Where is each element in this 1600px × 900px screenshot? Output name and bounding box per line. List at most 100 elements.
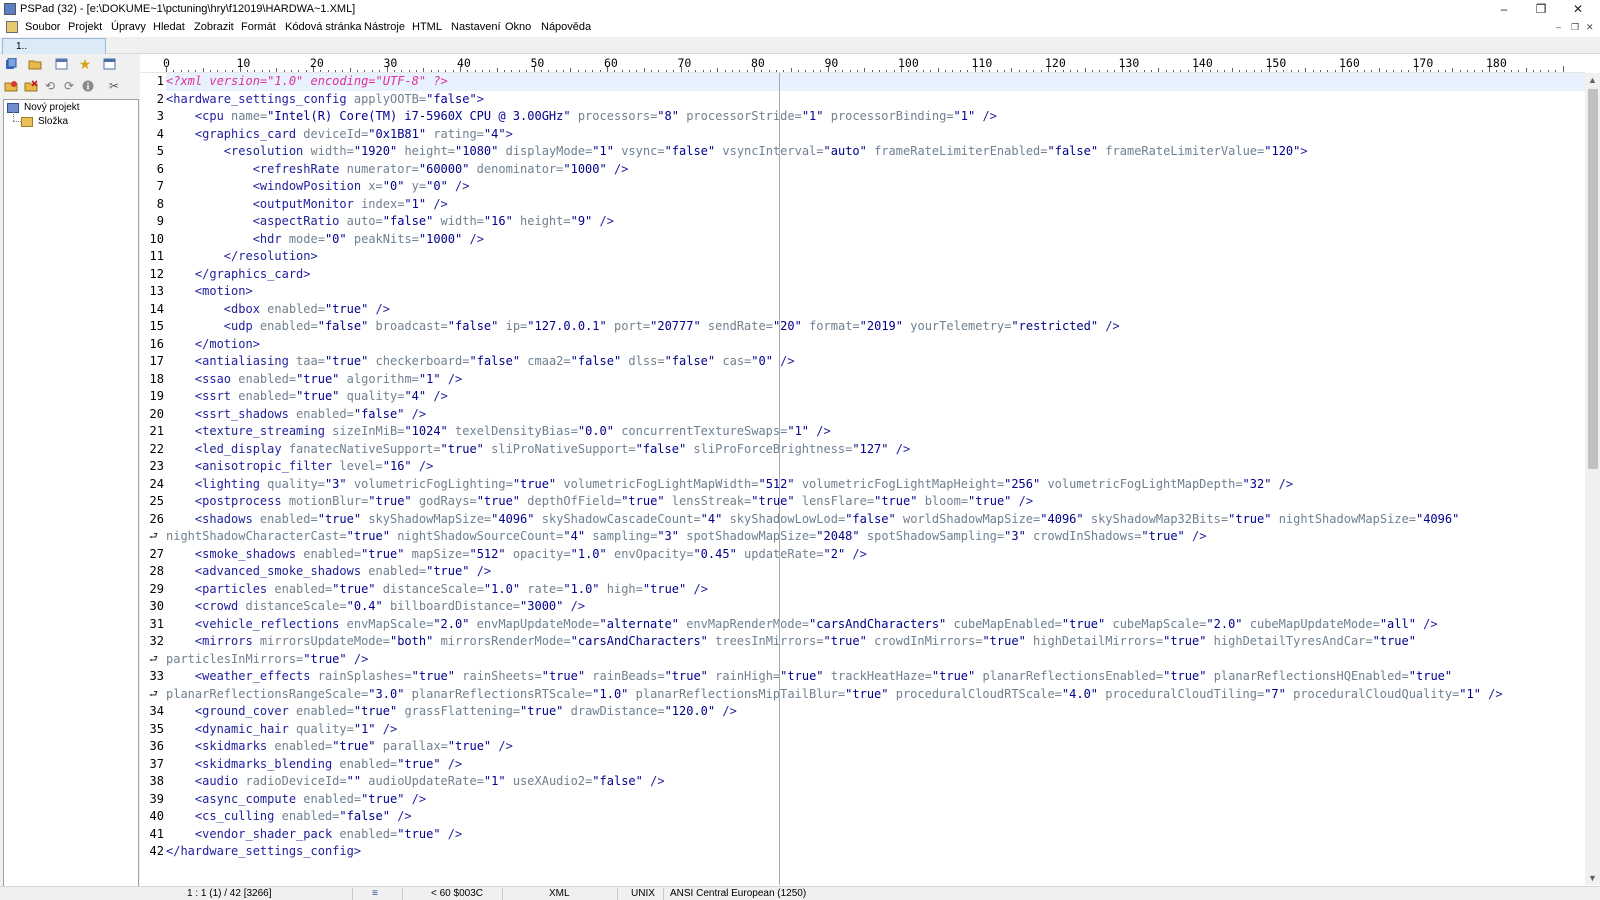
menu-hledat[interactable]: Hledat <box>153 21 185 33</box>
mdi-minimize-button[interactable]: – <box>1556 22 1561 32</box>
mdi-close-button[interactable]: ✕ <box>1586 22 1594 33</box>
menu-zobrazit[interactable]: Zobrazit <box>194 21 234 33</box>
ruler-tick <box>959 70 961 72</box>
ruler-tick <box>856 70 858 72</box>
minimize-button[interactable]: – <box>1487 1 1521 18</box>
menu-projekt[interactable]: Projekt <box>68 21 102 33</box>
code-line[interactable]: <cpu name="Intel(R) Core(TM) i7-5960X CP… <box>166 108 997 126</box>
code-line[interactable]: planarReflectionsRangeScale="3.0" planar… <box>166 686 1503 704</box>
ruler-tick <box>1400 70 1402 72</box>
projects-icon[interactable] <box>3 56 19 72</box>
remove-file-icon[interactable] <box>23 78 39 94</box>
vertical-scrollbar[interactable]: ▲ ▼ <box>1585 73 1600 885</box>
tree-node-project[interactable]: Nový projekt <box>7 102 80 113</box>
code-line[interactable]: <aspectRatio auto="false" width="16" hei… <box>166 213 614 231</box>
tools-icon[interactable]: ✂ <box>106 78 122 94</box>
info-icon[interactable] <box>80 78 96 94</box>
code-line[interactable]: <dynamic_hair quality="1" /> <box>166 721 397 739</box>
code-line[interactable]: <hdr mode="0" peakNits="1000" /> <box>166 231 484 249</box>
menu-format[interactable]: Formát <box>241 21 276 33</box>
code-line-current[interactable]: <?xml version="1.0" encoding="UTF-8" ?> <box>166 73 1585 91</box>
code-line[interactable]: <dbox enabled="true" /> <box>166 301 390 319</box>
status-syntax[interactable]: XML <box>549 888 570 899</box>
code-line[interactable]: <vehicle_reflections envMapScale="2.0" e… <box>166 616 1438 634</box>
window-icon[interactable] <box>101 56 117 72</box>
code-line[interactable]: <postprocess motionBlur="true" godRays="… <box>166 493 1033 511</box>
code-line[interactable]: <crowd distanceScale="0.4" billboardDist… <box>166 598 585 616</box>
code-line[interactable]: <advanced_smoke_shadows enabled="true" /… <box>166 563 491 581</box>
wrap-mode-icon[interactable]: ≡ <box>372 888 378 899</box>
ruler-tick <box>1481 70 1483 72</box>
code-line[interactable]: <particles enabled="true" distanceScale=… <box>166 581 708 599</box>
code-line[interactable]: <ssrt enabled="true" quality="4" /> <box>166 388 448 406</box>
code-line[interactable]: <audio radioDeviceId="" audioUpdateRate=… <box>166 773 665 791</box>
code-token-tag: /> <box>686 581 708 596</box>
redo-icon[interactable]: ⟳ <box>61 78 77 94</box>
code-line[interactable]: <antialiasing taa="true" checkerboard="f… <box>166 353 795 371</box>
menu-kodova-stranka[interactable]: Kódová stránka <box>285 21 361 33</box>
code-line[interactable]: <resolution width="1920" height="1080" d… <box>166 143 1308 161</box>
undo-icon[interactable]: ⟲ <box>42 78 58 94</box>
ruler-tick <box>349 68 351 72</box>
code-line[interactable]: <hardware_settings_config applyOOTB="fal… <box>166 91 484 109</box>
code-line[interactable]: <led_display fanatecNativeSupport="true"… <box>166 441 910 459</box>
menu-soubor[interactable]: Soubor <box>25 21 60 33</box>
scroll-up-arrow-icon[interactable]: ▲ <box>1585 73 1600 87</box>
tab-hardwa-xml[interactable]: 1.. HARDWA~1.XML <box>2 38 106 67</box>
code-line[interactable]: <graphics_card deviceId="0x1B81" rating=… <box>166 126 513 144</box>
code-line[interactable]: <ssao enabled="true" algorithm="1" /> <box>166 371 462 389</box>
code-line[interactable]: <texture_streaming sizeInMiB="1024" texe… <box>166 423 831 441</box>
code-line[interactable]: <anisotropic_filter level="16" /> <box>166 458 433 476</box>
code-line[interactable]: particlesInMirrors="true" /> <box>166 651 368 669</box>
browser-icon[interactable] <box>53 56 69 72</box>
status-line-endings[interactable]: UNIX <box>631 888 655 899</box>
status-encoding[interactable]: ANSI Central European (1250) <box>670 888 806 899</box>
code-line[interactable]: <ssrt_shadows enabled="false" /> <box>166 406 426 424</box>
code-line[interactable]: <udp enabled="false" broadcast="false" i… <box>166 318 1120 336</box>
tree-node-folder[interactable]: Složka <box>21 116 68 127</box>
code-line[interactable]: <ground_cover enabled="true" grassFlatte… <box>166 703 737 721</box>
close-window-button[interactable]: ✕ <box>1561 1 1595 18</box>
code-line[interactable]: <smoke_shadows enabled="true" mapSize="5… <box>166 546 867 564</box>
code-line[interactable]: <skidmarks enabled="true" parallax="true… <box>166 738 513 756</box>
code-line[interactable]: </motion> <box>166 336 260 354</box>
code-line[interactable]: <cs_culling enabled="false" /> <box>166 808 412 826</box>
menu-upravy[interactable]: Úpravy <box>111 21 146 33</box>
folder-open-icon[interactable] <box>27 56 43 72</box>
code-line[interactable]: <shadows enabled="true" skyShadowMapSize… <box>166 511 1459 529</box>
code-line[interactable]: <vendor_shader_pack enabled="true" /> <box>166 826 462 844</box>
project-panel: ★ ⟲ ⟳ ✂ Nový projekt Složka <box>0 54 140 899</box>
code-line[interactable]: <skidmarks_blending enabled="true" /> <box>166 756 462 774</box>
ruler-tick <box>930 70 932 72</box>
code-line[interactable]: <motion> <box>166 283 253 301</box>
code-line[interactable]: <async_compute enabled="true" /> <box>166 791 426 809</box>
document-icon[interactable] <box>6 21 18 33</box>
ruler-tick <box>1518 70 1520 72</box>
code-line[interactable]: <mirrors mirrorsUpdateMode="both" mirror… <box>166 633 1416 651</box>
maximize-button[interactable]: ❐ <box>1524 1 1558 18</box>
code-line[interactable]: <windowPosition x="0" y="0" /> <box>166 178 470 196</box>
code-line[interactable]: <lighting quality="3" volumetricFogLight… <box>166 476 1293 494</box>
code-line[interactable]: </graphics_card> <box>166 266 311 284</box>
code-line[interactable]: <outputMonitor index="1" /> <box>166 196 448 214</box>
ruler-tick <box>1018 70 1020 72</box>
ruler-tick <box>1540 70 1542 72</box>
menu-okno[interactable]: Okno <box>505 21 531 33</box>
code-line[interactable]: </resolution> <box>166 248 318 266</box>
menu-napoveda[interactable]: Nápověda <box>541 21 591 33</box>
mdi-restore-button[interactable]: ❐ <box>1571 22 1579 33</box>
favorites-icon[interactable]: ★ <box>77 56 93 72</box>
code-line[interactable]: <weather_effects rainSplashes="true" rai… <box>166 668 1452 686</box>
code-view[interactable]: <?xml version="1.0" encoding="UTF-8" ?> <… <box>166 73 1585 885</box>
editor[interactable]: 0 10 20 30 40 50 60 70 80 90 100 110 120 130 140 150 160… <box>140 54 1600 886</box>
scrollbar-thumb[interactable] <box>1588 89 1598 469</box>
code-line[interactable]: nightShadowCharacterCast="true" nightSha… <box>166 528 1206 546</box>
menu-nastroje[interactable]: Nástroje <box>364 21 405 33</box>
ruler-tick <box>937 68 939 72</box>
menu-nastaveni[interactable]: Nastavení <box>451 21 501 33</box>
scroll-down-arrow-icon[interactable]: ▼ <box>1585 871 1600 885</box>
menu-html[interactable]: HTML <box>412 21 442 33</box>
add-file-icon[interactable] <box>3 78 19 94</box>
code-line[interactable]: </hardware_settings_config> <box>166 843 361 861</box>
code-line[interactable]: <refreshRate numerator="60000" denominat… <box>166 161 629 179</box>
